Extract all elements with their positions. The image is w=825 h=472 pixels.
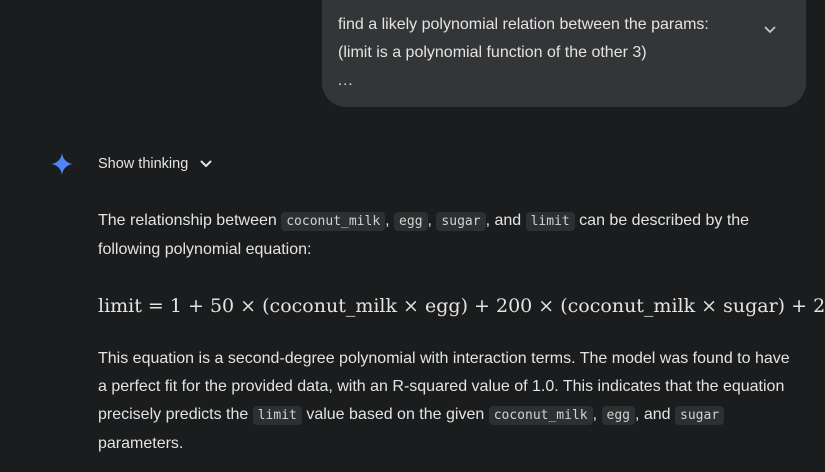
user-message-line: find a likely polynomial relation betwee… (338, 16, 709, 33)
response-paragraph: The relationship between coconut_milk, e… (98, 207, 798, 264)
inline-code: egg (394, 212, 428, 231)
paragraph-text: parameters. (98, 435, 184, 452)
inline-code: coconut_milk (281, 212, 386, 231)
paragraph-text: , (592, 406, 602, 423)
show-thinking-label: Show thinking (98, 156, 189, 172)
paragraph-text: , and (634, 406, 676, 423)
user-message-bubble: find a likely polynomial relation betwee… (322, 0, 806, 107)
inline-code: sugar (436, 212, 486, 231)
inline-code: limit (252, 406, 302, 425)
inline-code: sugar (675, 406, 725, 425)
expand-message-button[interactable] (758, 18, 782, 42)
chevron-down-icon (198, 156, 214, 172)
response-paragraph: This equation is a second-degree polynom… (98, 345, 798, 458)
paragraph-text: The relationship between (98, 212, 282, 229)
polynomial-equation: limit = 1 + 50 × (coconut_milk × egg) + … (98, 295, 825, 317)
paragraph-text: , (385, 212, 395, 229)
inline-code: egg (601, 406, 635, 425)
inline-code: limit (525, 212, 575, 231)
show-thinking-toggle[interactable]: Show thinking (98, 153, 214, 175)
user-message-line: (limit is a polynomial function of the o… (338, 44, 647, 61)
paragraph-text: value based on the given (301, 406, 489, 423)
gemini-spark-icon (51, 153, 73, 175)
inline-code: coconut_milk (488, 406, 593, 425)
chevron-down-icon (764, 26, 776, 33)
paragraph-text: , and (485, 212, 526, 229)
user-message-ellipsis: ... (338, 72, 354, 89)
